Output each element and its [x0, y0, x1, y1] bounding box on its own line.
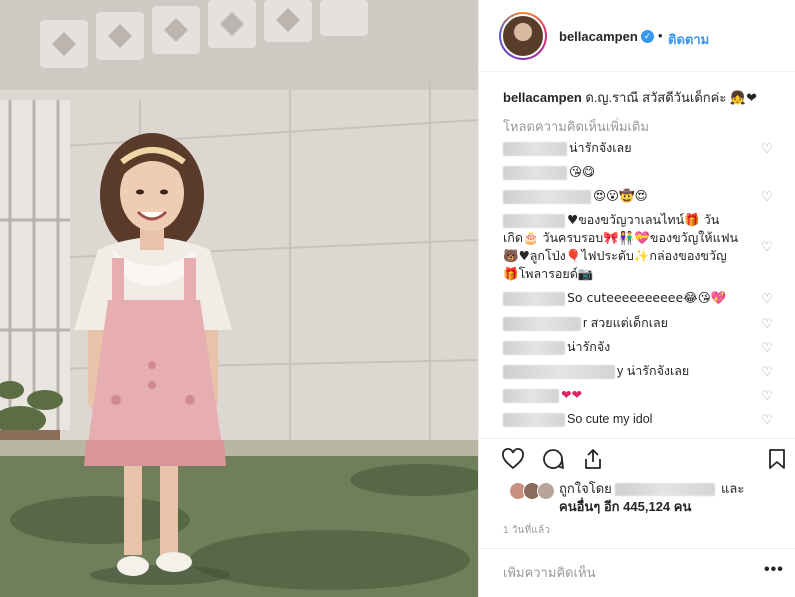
comment-like-heart-icon[interactable]: ♡: [760, 240, 774, 254]
comment-like-heart-icon[interactable]: ♡: [760, 190, 774, 204]
comment-row: So cuteeeeeeeeee😂😘💖: [503, 289, 773, 307]
comment-row: r สวยแต่เด็กเลย: [503, 314, 773, 332]
caption-text: ด.ญ.ราณี สวัสดีวันเด็กค่ะ 👧❤: [581, 90, 757, 105]
caption: bellacampen ด.ญ.ราณี สวัสดีวันเด็กค่ะ 👧❤: [503, 89, 778, 107]
comment-text: 😘😋: [569, 164, 596, 179]
comment-text: y น่ารักจังเลย: [617, 364, 690, 378]
heart-icon[interactable]: [501, 447, 529, 475]
username-link[interactable]: bellacampen: [559, 29, 638, 44]
comment-like-heart-icon[interactable]: ♡: [760, 317, 774, 331]
redacted-liker-name[interactable]: [615, 483, 716, 497]
likes-prefix: ถูกใจโดย: [559, 481, 612, 496]
comment-like-heart-icon[interactable]: ♡: [760, 365, 774, 379]
comments-list[interactable]: bellacampen ด.ญ.ราณี สวัสดีวันเด็กค่ะ 👧❤…: [479, 72, 795, 438]
more-options-button[interactable]: •••: [764, 561, 784, 579]
comment-like-heart-icon[interactable]: ♡: [760, 292, 774, 306]
comment-like-heart-icon[interactable]: ♡: [760, 413, 774, 427]
avatar[interactable]: [501, 14, 545, 58]
comment-text: น่ารักจัง: [567, 340, 611, 354]
redacted-username[interactable]: [503, 165, 567, 180]
comment-text: So cute my idol: [567, 412, 653, 426]
add-comment-bar: •••: [479, 548, 795, 597]
comment-icon[interactable]: [541, 447, 569, 475]
caption-username[interactable]: bellacampen: [503, 90, 582, 105]
comment-row: 😍😮🤠😍: [503, 187, 773, 205]
post-timestamp[interactable]: 1 วันที่แล้ว: [503, 523, 550, 538]
comment-row: น่ารักจังเลย: [503, 139, 773, 157]
post-detail-panel: bellacampen ✓ • ติดตาม bellacampen ด.ญ.ร…: [478, 0, 795, 597]
comment-text: ❤❤: [561, 387, 582, 402]
likes-summary: ถูกใจโดย และ คนอื่นๆ อีก 445,124 คน: [503, 480, 783, 516]
comment-row: 😘😋: [503, 163, 773, 181]
likes-count[interactable]: คนอื่นๆ อีก 445,124 คน: [559, 499, 691, 514]
post-header: bellacampen ✓ • ติดตาม: [479, 0, 795, 72]
redacted-username[interactable]: [503, 213, 565, 228]
comment-row: น่ารักจัง: [503, 338, 773, 356]
comment-row: ♥ของขวัญวาเลนไทน์🎁 วันเกิด🎂 วันครบรอบ🎀👫💝…: [503, 211, 739, 283]
redacted-username[interactable]: [503, 141, 567, 156]
redacted-username[interactable]: [503, 364, 615, 379]
liker-avatar[interactable]: [537, 482, 555, 500]
redacted-username[interactable]: [503, 340, 565, 355]
comment-text: น่ารักจังเลย: [569, 141, 632, 155]
header-separator: •: [658, 28, 663, 43]
comment-row: y น่ารักจังเลย: [503, 362, 773, 380]
post-photo[interactable]: [0, 0, 478, 597]
comment-like-heart-icon[interactable]: ♡: [760, 389, 774, 403]
comment-row: ❤❤: [503, 386, 773, 404]
redacted-username[interactable]: [503, 189, 591, 204]
redacted-username[interactable]: [503, 316, 581, 331]
likes-text[interactable]: ถูกใจโดย และ คนอื่นๆ อีก 445,124 คน: [559, 480, 789, 516]
follow-button[interactable]: ติดตาม: [668, 29, 709, 50]
comment-row: So cute my idol: [503, 410, 773, 428]
add-comment-input[interactable]: [503, 565, 743, 580]
comment-text: So cuteeeeeeeeee😂😘💖: [567, 290, 727, 305]
comment-like-heart-icon[interactable]: ♡: [760, 142, 774, 156]
verified-badge-icon: ✓: [641, 30, 654, 43]
comment-like-heart-icon[interactable]: ♡: [760, 341, 774, 355]
photo-illustration: [0, 0, 478, 597]
redacted-username[interactable]: [503, 291, 565, 306]
load-more-comments-button[interactable]: โหลดความคิดเห็นเพิ่มเติม: [503, 116, 649, 137]
redacted-username[interactable]: [503, 412, 565, 427]
comment-text: 😍😮🤠😍: [593, 188, 648, 203]
redacted-username[interactable]: [503, 388, 559, 403]
story-ring[interactable]: [499, 12, 547, 60]
share-icon[interactable]: [581, 447, 609, 475]
comment-text: r สวยแต่เด็กเลย: [583, 316, 668, 330]
action-bar: [479, 438, 795, 482]
bookmark-icon[interactable]: [765, 447, 793, 475]
likes-suffix: และ: [721, 481, 745, 496]
